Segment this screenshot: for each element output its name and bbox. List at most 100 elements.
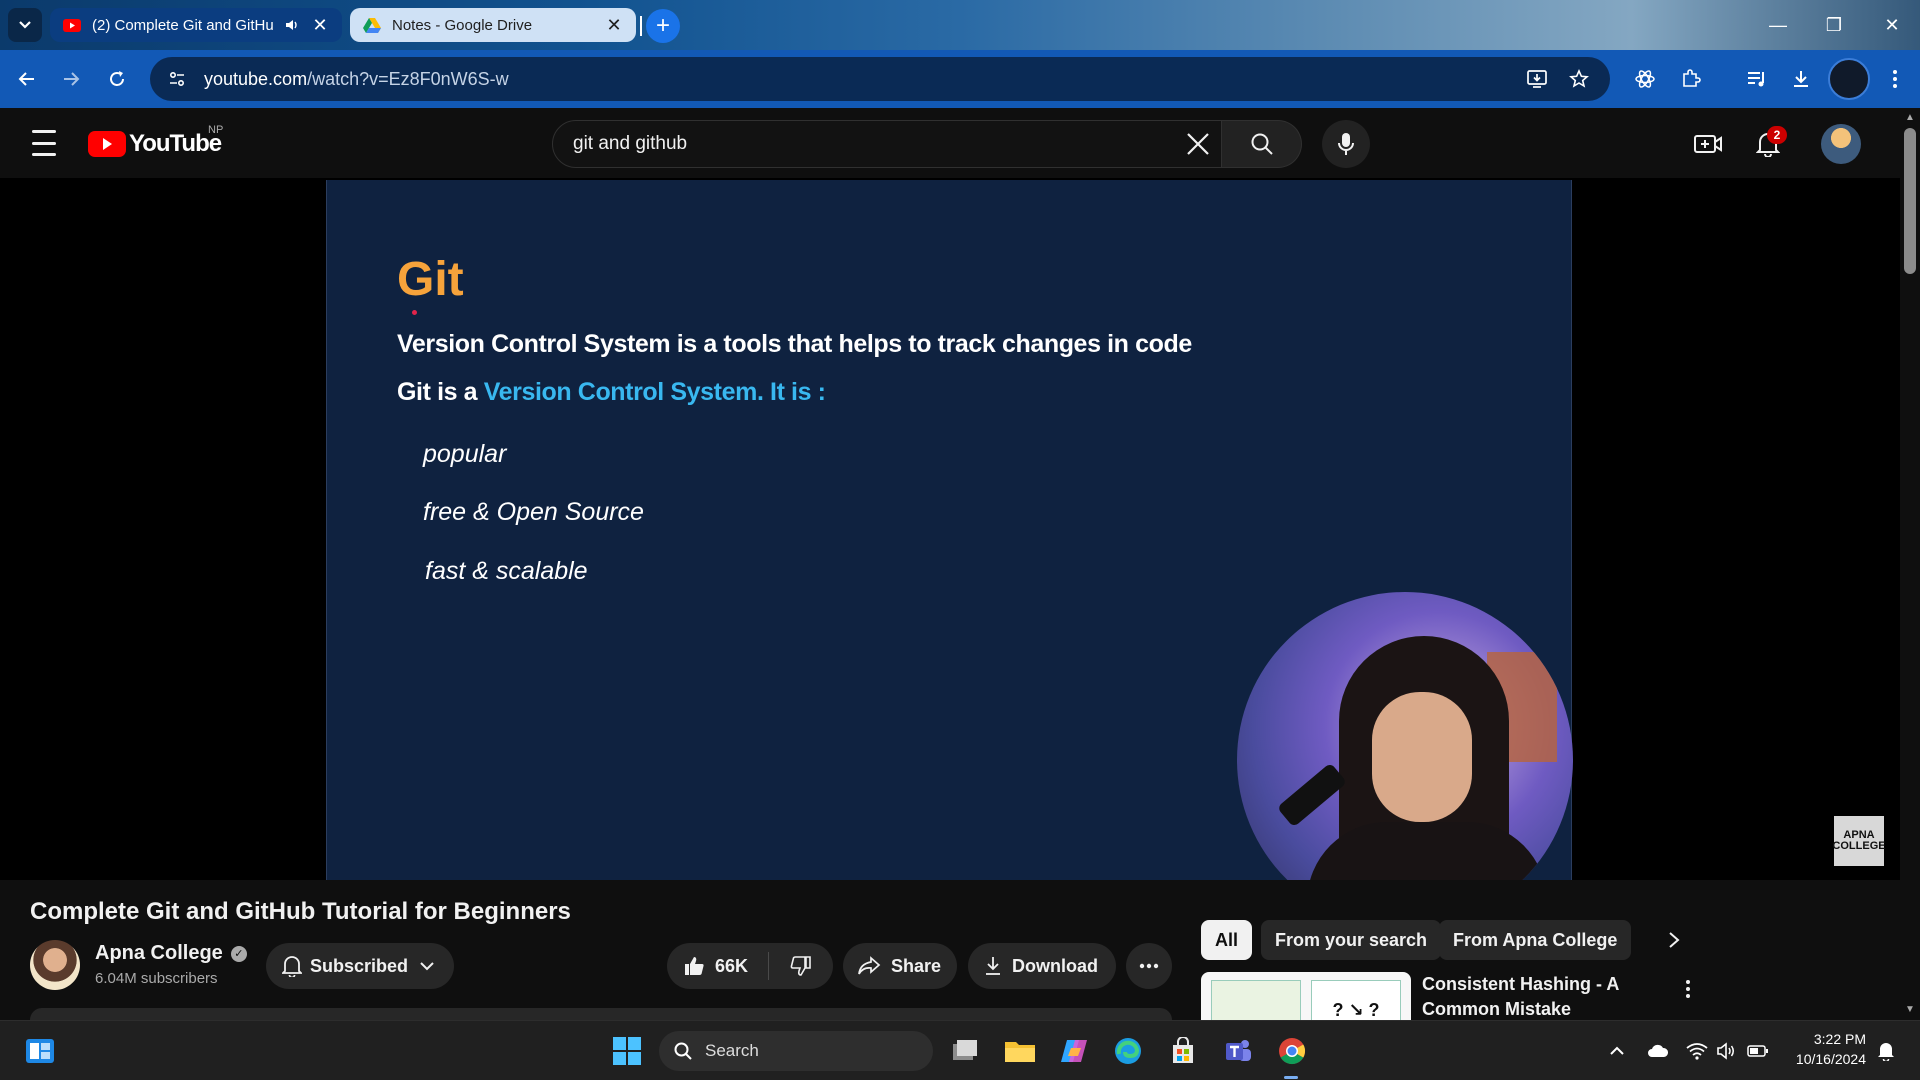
close-tab-icon[interactable]: ✕ [604,15,624,35]
extensions-puzzle-icon[interactable] [1674,62,1708,96]
download-icon [986,957,1000,975]
tab-google-drive[interactable]: Notes - Google Drive ✕ [350,8,636,42]
chevron-down-icon [19,21,31,29]
scrollbar-thumb[interactable] [1904,128,1916,274]
download-icon[interactable] [1784,62,1818,96]
copilot-icon[interactable] [1054,1031,1094,1071]
forward-button[interactable] [54,62,88,96]
arrow-left-icon [18,72,34,86]
browser-profile-avatar[interactable] [1828,58,1870,100]
chevron-up-icon[interactable] [1597,1031,1637,1071]
address-bar[interactable]: youtube.com/watch?v=Ez8F0nW6S-w [150,57,1610,101]
chip-from-your-search[interactable]: From your search [1261,920,1442,960]
browser-menu-icon[interactable] [1878,62,1912,96]
extension-atom-icon[interactable] [1628,62,1662,96]
clear-search-icon[interactable] [1178,124,1218,164]
guide-menu-icon[interactable] [26,130,62,156]
search-icon [674,1042,692,1060]
chevron-down-icon [420,962,434,971]
install-app-icon[interactable] [1522,64,1552,94]
microphone-icon [1338,133,1354,155]
search-input[interactable]: git and github [552,120,1222,168]
widgets-icon[interactable] [20,1031,60,1071]
video-player[interactable]: Git Version Control System is a tools th… [0,178,1900,880]
file-explorer-icon[interactable] [1000,1031,1040,1071]
taskbar-search-placeholder: Search [705,1041,759,1060]
google-drive-icon [362,15,382,35]
channel-name[interactable]: Apna College ✓ [95,942,247,965]
chip-all[interactable]: All [1201,920,1253,960]
chips-next-button[interactable] [1654,920,1694,960]
windows-start-icon[interactable] [607,1031,647,1071]
slide-definition: Version Control System is a tools that h… [397,330,1192,358]
back-button[interactable] [10,62,44,96]
slide-bullet: popular [423,440,507,468]
battery-icon[interactable] [1738,1031,1778,1071]
bell-icon [282,956,302,977]
more-actions-button[interactable] [1126,943,1172,989]
reload-icon [110,71,124,86]
arrow-right-icon [64,72,80,86]
teams-icon[interactable] [1218,1031,1258,1071]
dislike-button[interactable] [769,955,833,977]
slide-bullet: free & Open Source [423,498,644,526]
youtube-logo[interactable]: YouTube NP [88,124,223,158]
restore-button[interactable]: ❐ [1806,0,1862,50]
url-path: /watch?v=Ez8F0nW6S-w [307,68,509,89]
taskbar-search-box[interactable]: Search [659,1031,933,1071]
like-button[interactable]: 66K [667,952,769,980]
channel-avatar[interactable] [30,940,80,990]
tab-youtube[interactable]: (2) Complete Git and GitHub Tutorial for… [50,8,342,42]
notification-center-icon[interactable] [1866,1031,1906,1071]
page-scrollbar[interactable]: ▲ ▼ [1900,108,1920,1020]
subscribed-button[interactable]: Subscribed [266,943,454,989]
thumbs-up-icon [685,957,704,975]
edge-browser-icon[interactable] [1108,1031,1148,1071]
new-tab-button[interactable]: + [646,9,680,43]
subscriber-count: 6.04M subscribers [95,970,218,987]
task-view-icon[interactable] [945,1031,985,1071]
bookmark-star-icon[interactable] [1564,64,1594,94]
presenter-webcam-overlay [1237,592,1573,880]
country-code: NP [208,124,224,136]
chrome-icon[interactable] [1272,1031,1312,1071]
scroll-up-arrow-icon[interactable]: ▲ [1904,112,1916,124]
reload-button[interactable] [100,62,134,96]
search-icon [1251,133,1273,155]
close-tab-icon[interactable]: ✕ [310,15,330,35]
description-box[interactable] [30,1008,1172,1020]
download-button[interactable]: Download [968,943,1116,989]
video-title: Complete Git and GitHub Tutorial for Beg… [30,898,571,925]
tab-search-button[interactable] [8,8,42,42]
microsoft-store-icon[interactable] [1163,1031,1203,1071]
chip-from-apna-college[interactable]: From Apna College [1439,920,1632,960]
like-count: 66K [715,955,749,976]
subscribed-label: Subscribed [310,955,409,976]
recommendation-thumbnail[interactable]: ? ↘ ? [1201,972,1411,1022]
like-dislike-group: 66K [667,943,833,989]
scroll-down-arrow-icon[interactable]: ▼ [1904,1004,1916,1016]
share-label: Share [891,955,942,976]
share-button[interactable]: Share [843,943,957,989]
close-window-button[interactable]: ✕ [1864,0,1920,50]
voice-search-button[interactable] [1322,120,1370,168]
search-button[interactable] [1222,120,1302,168]
thumbnail-diagram-left [1211,980,1301,1022]
system-clock[interactable]: 3:22 PM 10/16/2024 [1782,1029,1866,1069]
recommendation-menu-icon[interactable] [1678,974,1698,1004]
speaker-icon[interactable] [284,17,300,33]
chevron-right-icon [1669,932,1680,948]
clock-time: 3:22 PM [1813,1031,1866,1047]
site-info-icon[interactable] [162,64,192,94]
media-controls-icon[interactable] [1740,62,1774,96]
slide-title: Git [397,253,464,306]
minimize-button[interactable]: — [1750,0,1806,50]
download-label: Download [1012,955,1098,976]
verified-check-icon: ✓ [230,945,247,962]
channel-watermark[interactable]: APNA COLLEGE [1832,816,1886,866]
onedrive-cloud-icon[interactable] [1638,1031,1678,1071]
recommendation-title[interactable]: Consistent Hashing - A Common Mistake [1422,972,1642,1022]
create-video-icon[interactable] [1688,126,1728,162]
account-avatar[interactable] [1821,124,1861,164]
video-frame: Git Version Control System is a tools th… [326,180,1573,880]
